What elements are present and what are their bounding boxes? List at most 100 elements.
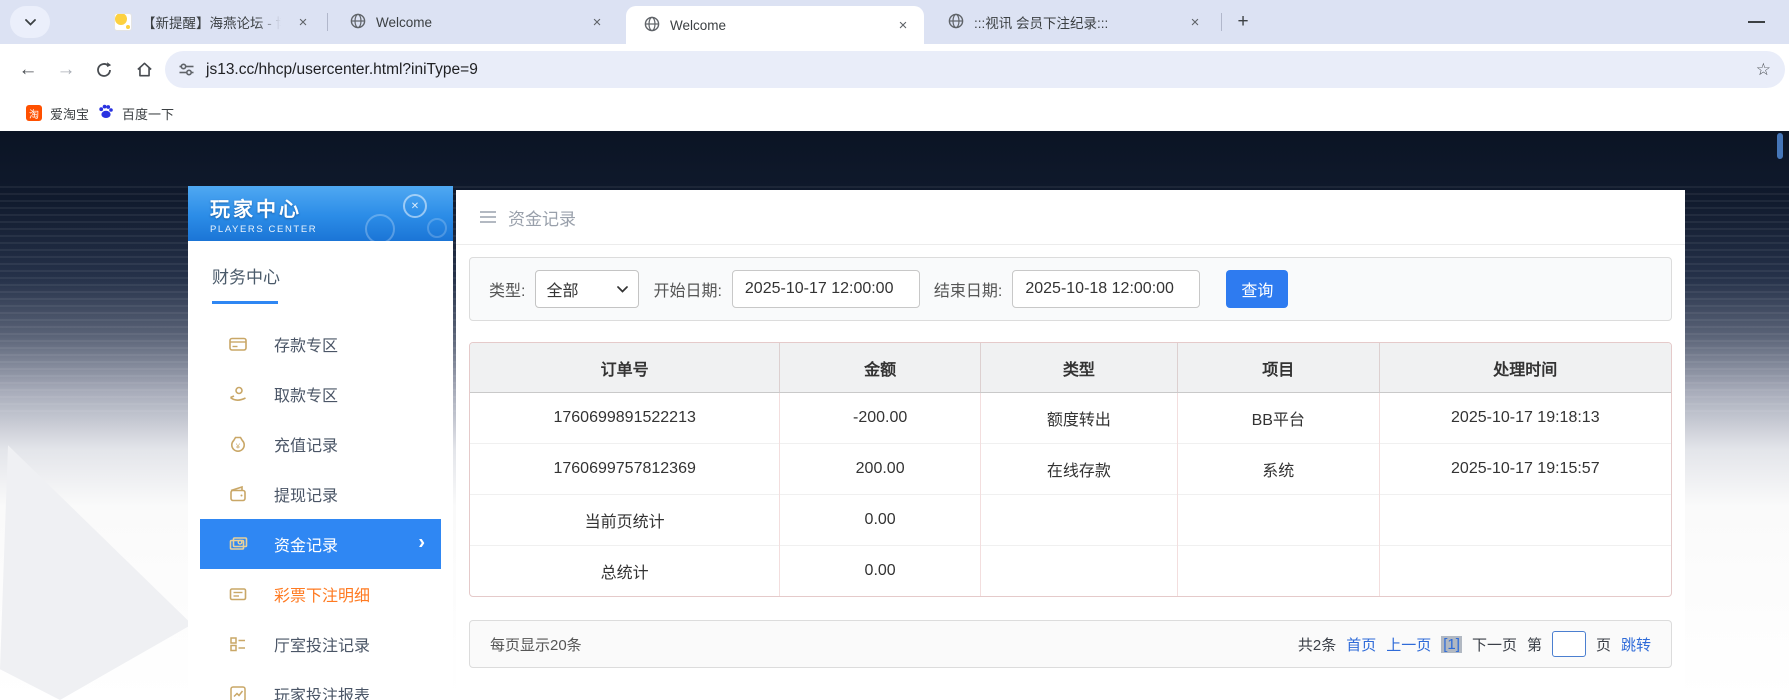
bookmark-baidu[interactable]: 百度一下 [98,95,174,131]
tab-haiyan-forum[interactable]: 【新提醒】海燕论坛 - 博学交流 × [96,0,324,44]
cell-amount: 0.00 [779,545,981,596]
sidebar-item-funds-records[interactable]: 资金记录 › [200,519,441,569]
pagination-bar: 每页显示20条 共2条 首页 上一页 [1] 下一页 第 页 跳转 [469,620,1672,668]
close-icon[interactable]: × [894,16,912,34]
cell-label: 当前页统计 [470,494,780,546]
bookmark-label: 爱淘宝 [50,106,90,122]
report-chart-icon [228,684,248,700]
site-settings-icon[interactable] [179,63,194,76]
page-title: 资金记录 [508,209,576,229]
cell-empty [1378,494,1671,546]
table-row: 1760699757812369 200.00 在线存款 系统 2025-10-… [470,443,1671,495]
reload-icon [97,61,112,77]
sidebar-item-label: 彩票下注明细 [274,588,371,605]
start-date-label: 开始日期: [653,283,722,300]
cell-process-time: 2025-10-17 19:18:13 [1378,392,1671,444]
jump-page-input[interactable] [1551,631,1586,657]
col-order-id: 订单号 [470,343,780,393]
table-row-grand-total: 总统计 0.00 [470,545,1671,596]
cell-type: 在线存款 [979,443,1178,495]
home-button[interactable] [128,44,160,95]
jump-suffix-label: 页 [1595,636,1611,654]
next-page-link[interactable]: 下一页 [1472,634,1517,655]
tab-welcome-1[interactable]: Welcome × [332,0,618,44]
hall-bet-icon [228,634,248,654]
col-type: 类型 [979,343,1178,393]
minimize-button[interactable] [1748,21,1765,23]
page-scrollbar-thumb[interactable] [1777,133,1783,159]
tab-strip: 【新提醒】海燕论坛 - 博学交流 × Welcome × Welcome × :… [0,0,1789,44]
close-icon[interactable]: × [1186,13,1204,31]
moneybag-icon: ¥ [228,434,248,454]
cell-order-id: 1760699891522213 [553,409,696,426]
address-bar[interactable]: js13.cc/hhcp/usercenter.html?iniType=9 ☆ [165,51,1785,88]
sidebar-item-hall-bet-records[interactable]: 厅室投注记录 [200,619,441,669]
tab-separator [327,13,328,31]
current-page-indicator: [1] [1441,635,1462,653]
page-size-text: 每页显示20条 [490,636,582,654]
close-icon[interactable]: × [588,13,606,31]
browser-toolbar: ← → js13.cc/hhcp/usercenter.html?iniType… [0,44,1789,95]
sidebar-item-label: 提现记录 [274,488,339,505]
close-icon[interactable]: × [294,13,312,31]
cell-empty [1176,545,1380,596]
end-date-label: 结束日期: [933,283,1003,300]
globe-icon [350,13,366,32]
wallet-icon [228,484,248,504]
chevron-right-icon: › [418,531,425,554]
sidebar-item-deposit-zone[interactable]: 存款专区 [200,319,441,369]
jump-button[interactable]: 跳转 [1621,634,1651,655]
reload-button[interactable] [88,44,120,95]
tab-title: 【新提醒】海燕论坛 - 博学交流 [142,16,284,31]
tab-title: Welcome [376,14,433,30]
globe-icon [948,13,964,32]
cell-project: 系统 [1176,443,1380,495]
first-page-link[interactable]: 首页 [1346,634,1376,655]
start-date-input[interactable] [731,270,920,308]
tab-search-button[interactable] [10,6,50,38]
sidebar-item-withdraw-zone[interactable]: 取款专区 [200,369,441,419]
funds-table: 订单号 金额 类型 项目 处理时间 1760699891522213 -200.… [469,342,1672,597]
lottery-detail-icon [228,584,248,604]
tab-video-records[interactable]: :::视讯 会员下注纪录::: × [930,0,1216,44]
sidebar-item-label: 资金记录 [274,538,339,555]
type-label: 类型: [489,283,526,300]
controller-deco-icon: ✕ [403,194,427,218]
taobao-icon: 淘 [26,105,42,121]
chevron-down-icon [617,285,629,293]
sidebar-item-label: 厅室投注记录 [274,638,371,655]
type-select[interactable]: 全部 [535,270,640,308]
forward-button[interactable]: → [50,44,82,95]
tab-welcome-active[interactable]: Welcome × [626,6,924,44]
cell-order-id: 1760699757812369 [470,443,780,495]
jump-prefix-label: 第 [1526,636,1542,654]
bookmark-star-icon[interactable]: ☆ [1756,51,1771,88]
prev-page-link[interactable]: 上一页 [1386,634,1431,655]
tab-separator [1221,13,1222,31]
controller-deco-icon [427,218,447,238]
sidebar-subtitle: PLAYERS CENTER [210,224,318,235]
search-button[interactable]: 查询 [1226,270,1289,308]
sidebar-item-withdrawal-records[interactable]: 提现记录 [200,469,441,519]
sidebar-menu: 存款专区 取款专区 ¥ 充值记录 提现记录 资金记录 › 彩票下注明细 厅室投注… [188,319,453,700]
sidebar-item-recharge-records[interactable]: ¥ 充值记录 [200,419,441,469]
url-text[interactable]: js13.cc/hhcp/usercenter.html?iniType=9 [206,61,478,79]
back-button[interactable]: ← [12,44,44,95]
col-process-time: 处理时间 [1378,343,1671,393]
cell-empty [979,494,1178,546]
bookmark-taobao[interactable]: 淘 爱淘宝 [26,95,89,131]
new-tab-button[interactable]: + [1230,9,1256,35]
controller-deco-icon [365,214,395,241]
sidebar-item-player-bet-report[interactable]: 玩家投注报表 [200,669,441,700]
cell-empty [979,545,1178,596]
sidebar-item-label: 存款专区 [274,338,339,355]
end-date-input[interactable] [1012,270,1201,308]
globe-icon [644,16,660,35]
cell-label: 总统计 [470,545,780,596]
bookmarks-bar: 淘 爱淘宝 百度一下 [0,95,1789,132]
cell-project: BB平台 [1176,392,1380,444]
sidebar-item-label: 玩家投注报表 [274,688,371,700]
sidebar-item-lottery-bet-detail[interactable]: 彩票下注明细 [200,569,441,619]
cell-process-time: 2025-10-17 19:15:57 [1378,443,1671,495]
cell-amount: 0.00 [779,494,981,546]
